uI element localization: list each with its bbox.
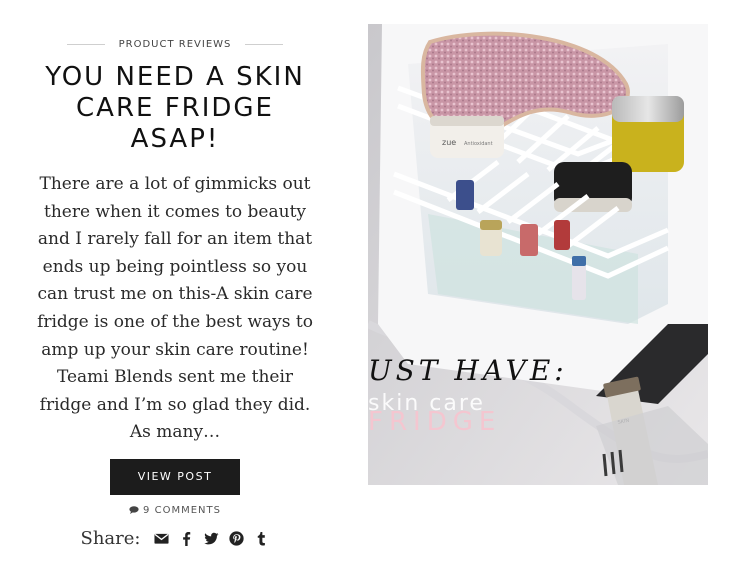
tumblr-icon[interactable]	[254, 531, 269, 546]
blog-post-card: PRODUCT REVIEWS YOU NEED A SKIN CARE FRI…	[0, 0, 750, 564]
overlay-must-have: UST HAVE:	[368, 354, 568, 387]
pinterest-icon[interactable]	[229, 531, 245, 546]
category-rule-left	[66, 43, 105, 45]
post-category-link[interactable]: PRODUCT REVIEWS	[119, 39, 232, 50]
black-cream-jar	[554, 162, 632, 212]
post-featured-image[interactable]: zue Antioxidant UST HAVE: skin care FRID…	[368, 24, 708, 485]
category-rule-right	[245, 43, 284, 45]
share-label: Share:	[80, 527, 141, 549]
category-row: PRODUCT REVIEWS	[30, 30, 320, 58]
post-text-column: PRODUCT REVIEWS YOU NEED A SKIN CARE FRI…	[30, 30, 320, 549]
comment-icon	[129, 506, 139, 515]
view-post-button[interactable]: VIEW POST	[110, 458, 240, 495]
post-excerpt: There are a lot of gimmicks out there wh…	[37, 174, 313, 443]
overlay-fridge: FRIDGE	[368, 407, 501, 437]
envelope-icon[interactable]	[154, 531, 170, 546]
post-title[interactable]: YOU NEED A SKIN CARE FRIDGE ASAP!	[30, 62, 320, 155]
svg-text:Antioxidant: Antioxidant	[464, 141, 493, 147]
comments-count: 9 COMMENTS	[143, 504, 221, 516]
white-cream-jar: zue Antioxidant	[430, 116, 504, 158]
facebook-icon[interactable]	[179, 531, 194, 546]
comments-link[interactable]: 9 COMMENTS	[30, 505, 320, 516]
svg-text:zue: zue	[442, 138, 456, 147]
twitter-icon[interactable]	[204, 531, 220, 546]
share-row: Share:	[30, 528, 320, 549]
gold-cream-jar	[612, 96, 684, 172]
